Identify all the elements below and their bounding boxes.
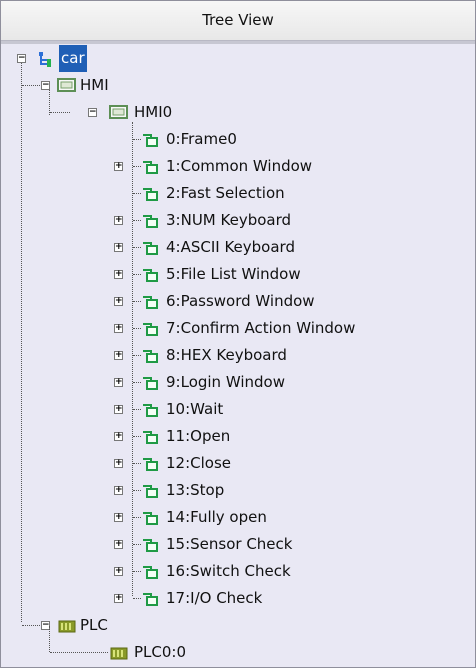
expand-toggle[interactable]: + — [114, 270, 123, 279]
tree-node-plc[interactable]: − PLC — [1, 612, 475, 639]
tree-view-header: Tree View — [1, 1, 475, 41]
expand-toggle[interactable]: + — [114, 324, 123, 333]
window-icon — [143, 431, 158, 444]
window-icon — [143, 215, 158, 228]
window-label: 3:NUM Keyboard — [166, 211, 292, 229]
tree-node-window[interactable]: + 5:File List Window — [1, 261, 475, 288]
window-icon — [143, 458, 158, 471]
tree-node-window[interactable]: 2:Fast Selection — [1, 180, 475, 207]
window-label: 0:Frame0 — [166, 130, 237, 148]
window-icon — [143, 404, 158, 417]
window-icon — [143, 566, 158, 579]
tree-node-window[interactable]: + 4:ASCII Keyboard — [1, 234, 475, 261]
window-icon — [143, 377, 158, 390]
tree-node-window[interactable]: + 14:Fully open — [1, 504, 475, 531]
project-tree-icon — [39, 52, 51, 67]
expand-toggle[interactable]: + — [114, 378, 123, 387]
tree-node-window[interactable]: 0:Frame0 — [1, 126, 475, 153]
tree-line-plc — [49, 626, 50, 652]
window-icon — [143, 134, 158, 147]
tree-node-window[interactable]: + 16:Switch Check — [1, 558, 475, 585]
tree-node-label: PLC0:0 — [134, 643, 187, 661]
tree-node-label: HMI0 — [134, 103, 173, 121]
tree-node-window[interactable]: + 15:Sensor Check — [1, 531, 475, 558]
expand-toggle[interactable]: + — [114, 216, 123, 225]
tree-node-hmi0[interactable]: − HMI0 — [1, 99, 475, 126]
window-label: 5:File List Window — [166, 265, 301, 283]
window-label: 1:Common Window — [166, 157, 313, 175]
tree-connector — [50, 112, 70, 113]
tree-node-plc0[interactable]: PLC0:0 — [1, 626, 475, 666]
tree-node-window[interactable]: + 7:Confirm Action Window — [1, 315, 475, 342]
expand-toggle[interactable]: + — [114, 405, 123, 414]
tree-node-car[interactable]: − car — [1, 45, 475, 72]
tree-node-window[interactable]: + 12:Close — [1, 450, 475, 477]
tree-view-panel: Tree View − car − HMI − HMI0 0:Frame0 + … — [0, 0, 476, 668]
tree-node-label: PLC — [80, 616, 108, 634]
expand-toggle[interactable]: + — [114, 459, 123, 468]
window-label: 14:Fully open — [166, 508, 267, 526]
tree-node-label: HMI — [80, 76, 109, 94]
tree-node-window[interactable]: + 8:HEX Keyboard — [1, 342, 475, 369]
collapse-toggle[interactable]: − — [17, 54, 26, 63]
expand-toggle[interactable]: + — [114, 540, 123, 549]
window-label: 8:HEX Keyboard — [166, 346, 287, 364]
tree-node-window[interactable]: + 11:Open — [1, 423, 475, 450]
tree: − car − HMI − HMI0 0:Frame0 + 1:Common W… — [1, 44, 475, 667]
tree-node-label: car — [59, 45, 87, 72]
tree-node-window[interactable]: + 1:Common Window — [1, 153, 475, 180]
window-icon — [143, 269, 158, 282]
window-label: 11:Open — [166, 427, 231, 445]
tree-connector — [22, 85, 40, 86]
hmi-screen-icon — [57, 78, 76, 92]
collapse-toggle[interactable]: − — [88, 108, 97, 117]
expand-toggle[interactable]: + — [114, 351, 123, 360]
expand-toggle[interactable]: + — [114, 432, 123, 441]
expand-toggle[interactable]: + — [114, 297, 123, 306]
window-icon — [143, 350, 158, 363]
tree-view-title: Tree View — [202, 11, 274, 29]
tree-node-window[interactable]: + 6:Password Window — [1, 288, 475, 315]
window-label: 15:Sensor Check — [166, 535, 293, 553]
tree-node-window[interactable]: + 17:I/O Check — [1, 585, 475, 612]
tree-node-window[interactable]: + 3:NUM Keyboard — [1, 207, 475, 234]
window-label: 10:Wait — [166, 400, 224, 418]
tree-node-window[interactable]: + 13:Stop — [1, 477, 475, 504]
expand-toggle[interactable]: + — [114, 513, 123, 522]
window-icon — [143, 161, 158, 174]
window-icon — [143, 296, 158, 309]
plc-icon — [110, 647, 128, 660]
plc-icon — [58, 620, 76, 633]
tree-connector — [22, 625, 40, 626]
window-icon — [143, 512, 158, 525]
tree-connector — [50, 652, 108, 653]
window-icon — [143, 539, 158, 552]
window-icon — [143, 188, 158, 201]
tree-node-hmi[interactable]: − HMI — [1, 72, 475, 99]
window-icon — [143, 485, 158, 498]
window-label: 17:I/O Check — [166, 589, 263, 607]
collapse-toggle[interactable]: − — [41, 81, 50, 90]
tree-node-window[interactable]: + 10:Wait — [1, 396, 475, 423]
window-label: 2:Fast Selection — [166, 184, 285, 202]
window-icon — [143, 593, 158, 606]
expand-toggle[interactable]: + — [114, 243, 123, 252]
window-label: 7:Confirm Action Window — [166, 319, 356, 337]
window-label: 16:Switch Check — [166, 562, 291, 580]
window-icon — [143, 242, 158, 255]
window-icon — [143, 323, 158, 336]
expand-toggle[interactable]: + — [114, 594, 123, 603]
window-label: 9:Login Window — [166, 373, 285, 391]
window-label: 6:Password Window — [166, 292, 315, 310]
window-label: 13:Stop — [166, 481, 225, 499]
hmi-screen-icon — [109, 105, 128, 119]
expand-toggle[interactable]: + — [114, 486, 123, 495]
tree-node-window[interactable]: + 9:Login Window — [1, 369, 475, 396]
window-label: 12:Close — [166, 454, 232, 472]
expand-toggle[interactable]: + — [114, 162, 123, 171]
window-label: 4:ASCII Keyboard — [166, 238, 295, 256]
expand-toggle[interactable]: + — [114, 567, 123, 576]
